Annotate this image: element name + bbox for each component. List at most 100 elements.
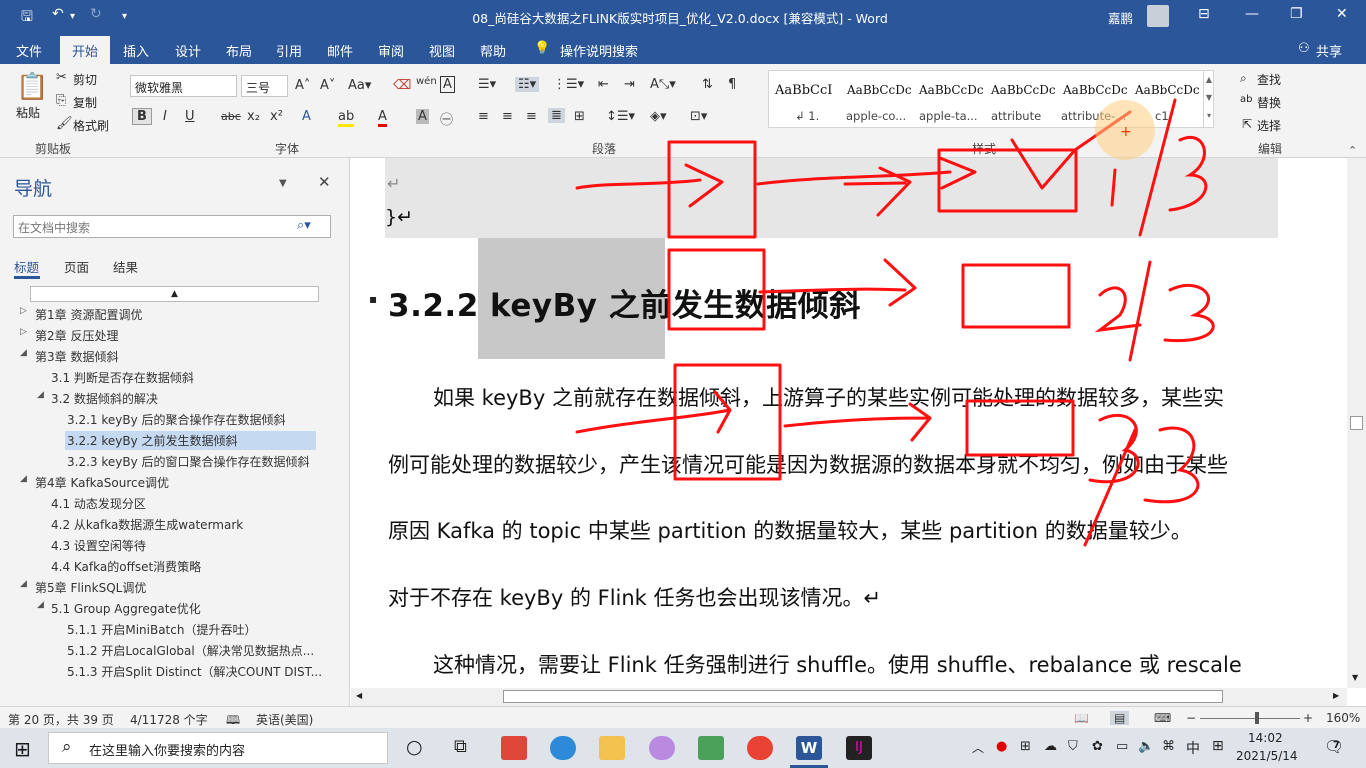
align-left-icon[interactable]: ≡ [478,109,489,124]
style-name-3[interactable]: apple-ta... [919,109,978,123]
style-name-1[interactable]: ↲ 1. [795,109,819,123]
nav-heading-item[interactable]: 第1章 资源配置调优 [33,305,144,324]
customize-quick-access-icon[interactable]: ▾ [122,11,127,22]
scroll-left-icon[interactable]: ◀ [356,691,362,700]
nav-expand-icon[interactable]: ▷ [20,306,27,316]
nav-search-input[interactable]: 在文档中搜索 [13,215,331,238]
select-button[interactable]: 选择 [1257,117,1281,134]
style-name-6[interactable]: c1 [1155,109,1169,123]
tab-layout[interactable]: 布局 [226,41,252,60]
close-icon[interactable]: ✕ [1336,6,1348,22]
highlight-color-icon[interactable]: ab [338,109,355,127]
underline-icon[interactable]: U [185,109,195,124]
nav-heading-item[interactable]: 5.1 Group Aggregate优化 [49,599,203,618]
nav-tab-results[interactable]: 结果 [113,257,138,276]
align-center-icon[interactable]: ≡ [502,109,513,124]
phonetic-guide-icon[interactable]: wén [416,76,437,87]
tab-file[interactable]: 文件 [16,41,42,60]
share-button[interactable]: 共享 [1316,41,1342,60]
enclose-characters-icon[interactable]: ㊀ [440,109,453,128]
styles-scroll-icon[interactable]: ▲ ▼ ▾ [1203,71,1214,127]
nav-heading-item[interactable]: 3.2 数据倾斜的解决 [49,389,160,408]
borders-icon[interactable]: ⊡▾ [690,109,707,124]
chinese-layout-icon[interactable]: A⤡▾ [650,77,676,92]
app-icon-2[interactable] [649,736,675,760]
tray-record-icon[interactable]: ● [996,739,1007,754]
nav-heading-item[interactable]: 3.2.2 keyBy 之前发生数据倾斜 [65,431,316,450]
windows-start-icon[interactable]: ⊞ [14,737,31,761]
tray-expand-icon[interactable]: ︿ [972,739,984,756]
style-name-5[interactable]: attribute-... [1061,109,1126,123]
bullets-icon[interactable]: ☰▾ [478,77,496,92]
app-icon-1[interactable] [501,736,527,760]
nav-heading-item[interactable]: 4.2 从kafka数据源生成watermark [49,515,245,534]
ribbon-display-options-icon[interactable]: ⊟ [1198,6,1210,22]
minimize-icon[interactable]: — [1245,6,1259,22]
para-line-4[interactable]: 对于不存在 keyBy 的 Flink 任务也会出现该情况。↵ [388,582,881,612]
align-right-icon[interactable]: ≡ [526,109,537,124]
character-border-icon[interactable]: A [440,76,455,93]
nav-heading-item[interactable]: 3.2.1 keyBy 后的聚合操作存在数据倾斜 [65,410,288,429]
increase-indent-icon[interactable]: ⇥ [624,77,635,92]
vertical-scroll-thumb[interactable] [1350,416,1363,430]
font-name-combo[interactable]: 微软雅黑 [130,75,237,97]
para-line-3[interactable]: 原因 Kafka 的 topic 中某些 partition 的数据量较大，某些… [388,515,1192,545]
nav-heading-item[interactable]: 第2章 反压处理 [33,326,120,345]
change-case-icon[interactable]: Aa▾ [348,78,371,93]
copy-button[interactable]: 复制 [73,94,97,111]
tab-view[interactable]: 视图 [429,41,455,60]
tray-app-icon-3[interactable]: ✿ [1092,739,1103,754]
show-marks-icon[interactable]: ¶ [728,77,736,92]
zoom-slider[interactable] [1200,718,1300,719]
shrink-font-icon[interactable]: A˅ [320,78,335,93]
save-icon[interactable]: 🖫 [21,6,33,30]
tab-insert[interactable]: 插入 [123,41,149,60]
style-name-4[interactable]: attribute [991,109,1041,123]
share-icon[interactable]: ⚇ [1298,41,1310,56]
avatar[interactable] [1147,5,1169,27]
nav-heading-item[interactable]: 3.1 判断是否存在数据倾斜 [49,368,196,387]
clock-time[interactable]: 14:02 [1248,731,1283,745]
nav-options-icon[interactable]: ▼ [279,178,287,189]
vertical-scrollbar[interactable]: ▼ [1347,158,1366,688]
subscript-icon[interactable]: x₂ [247,109,260,124]
nav-heading-item[interactable]: 4.1 动态发现分区 [49,494,148,513]
para-line-1[interactable]: 如果 keyBy 之前就存在数据倾斜，上游算子的某些实例可能处理的数据较多，某些… [433,382,1224,412]
task-view-icon[interactable]: ⧉ [454,736,467,757]
horizontal-scroll-thumb[interactable] [503,690,1223,703]
user-name[interactable]: 嘉鹏 [1108,8,1133,27]
shading-icon[interactable]: ◈▾ [650,109,667,124]
find-button[interactable]: 查找 [1257,71,1281,88]
nav-heading-item[interactable]: 3.2.3 keyBy 后的窗口聚合操作存在数据倾斜 [65,452,312,471]
undo-icon[interactable]: ↶ [52,6,64,22]
language-indicator[interactable]: 英语(美国) [256,711,313,728]
zoom-in-icon[interactable]: + [1303,711,1313,725]
taskbar-search-box[interactable]: 在这里输入你要搜索的内容 [48,732,388,764]
nav-tab-headings[interactable]: 标题 [14,257,39,276]
tab-mailings[interactable]: 邮件 [327,41,353,60]
character-shading-icon[interactable]: A [416,109,429,124]
zoom-level[interactable]: 160% [1326,711,1360,725]
paste-button[interactable]: 粘贴 [16,104,40,121]
grow-font-icon[interactable]: A˄ [295,78,310,93]
style-preview-6[interactable]: AaBbCcDc [1135,83,1200,97]
tray-app-icon-1[interactable]: ⊞ [1020,739,1031,754]
clear-formatting-icon[interactable]: ⌫ [393,78,411,93]
nav-expand-icon[interactable]: ▷ [20,327,27,337]
superscript-icon[interactable]: x² [270,109,283,124]
numbering-icon[interactable]: ☷▾ [515,77,540,92]
text-effects-icon[interactable]: A [302,109,311,124]
distributed-icon[interactable]: ⊞ [574,109,585,124]
cortana-icon[interactable]: ○ [406,736,423,758]
redo-icon[interactable]: ↻ [90,6,102,22]
edge-icon[interactable] [550,736,576,760]
maximize-icon[interactable]: ❐ [1290,6,1303,22]
style-preview-2[interactable]: AaBbCcDc [847,83,912,97]
zoom-out-icon[interactable]: − [1186,711,1196,725]
strikethrough-icon[interactable]: abc [221,110,241,123]
nav-tab-pages[interactable]: 页面 [64,257,89,276]
print-layout-icon[interactable]: ▤ [1110,711,1130,725]
scroll-down-icon[interactable]: ▼ [1352,673,1358,682]
font-size-combo[interactable]: 三号 [241,75,288,97]
battery-icon[interactable]: ▭ [1116,739,1128,754]
